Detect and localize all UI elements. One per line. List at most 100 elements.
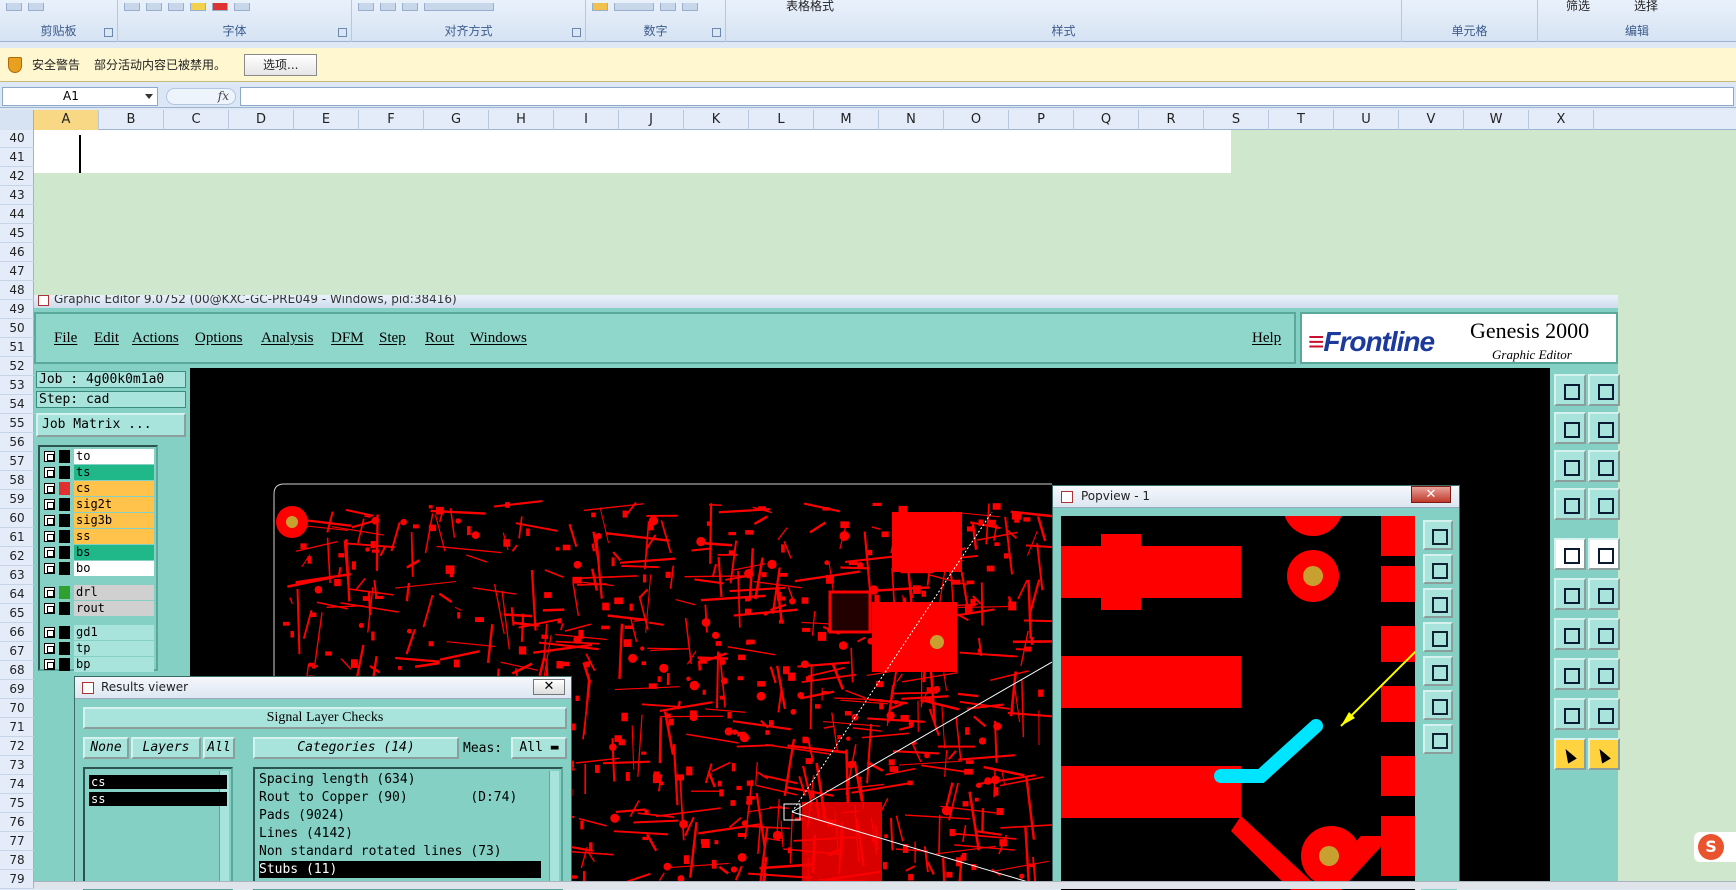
select-pad-tool-icon[interactable]	[1588, 698, 1620, 730]
row-header[interactable]: 44	[0, 205, 34, 224]
result-category-item[interactable]: Rout to Copper (90) (D:74)	[259, 789, 541, 806]
row-header[interactable]: 51	[0, 338, 34, 357]
row-header[interactable]: 66	[0, 623, 34, 642]
row-header[interactable]: 68	[0, 661, 34, 680]
zoom-in-tool-icon[interactable]	[1554, 412, 1586, 444]
row-header[interactable]: 65	[0, 604, 34, 623]
pointer-tool-icon[interactable]	[1554, 738, 1586, 770]
pan-left-icon[interactable]	[1423, 622, 1453, 652]
pan-tool-icon[interactable]	[1588, 538, 1620, 570]
menu-edit[interactable]: Edit	[94, 330, 119, 347]
layer-row[interactable]: gd1	[42, 625, 156, 640]
row-header[interactable]: 55	[0, 414, 34, 433]
column-header[interactable]: K	[684, 110, 749, 130]
format-as-table-button[interactable]: 表格格式	[786, 0, 834, 14]
row-header[interactable]: 40	[0, 129, 34, 148]
measure-tool-icon[interactable]	[1554, 618, 1586, 650]
layer-row[interactable]: bp	[42, 657, 156, 672]
dialog-launcher-icon[interactable]	[572, 28, 581, 37]
row-header[interactable]: 67	[0, 642, 34, 661]
layer-checkbox[interactable]	[44, 563, 55, 574]
column-header[interactable]: F	[359, 110, 424, 130]
column-header[interactable]: C	[164, 110, 229, 130]
row-header[interactable]: 64	[0, 585, 34, 604]
layer-row[interactable]: cs	[42, 481, 156, 496]
layer-checkbox[interactable]	[44, 467, 55, 478]
fit-tool-icon[interactable]	[1588, 488, 1620, 520]
row-header[interactable]: 73	[0, 756, 34, 775]
row-header[interactable]: 50	[0, 319, 34, 338]
column-header[interactable]: X	[1529, 110, 1594, 130]
row-header[interactable]: 62	[0, 547, 34, 566]
row-header[interactable]: 42	[0, 167, 34, 186]
row-header[interactable]: 69	[0, 680, 34, 699]
column-header[interactable]: W	[1464, 110, 1529, 130]
row-header[interactable]: 59	[0, 490, 34, 509]
result-category-item[interactable]: Non standard rotated lines (73)	[259, 843, 541, 860]
layer-checkbox[interactable]	[44, 515, 55, 526]
select-pad-tool-icon[interactable]	[1554, 698, 1586, 730]
all-layers-button[interactable]: All	[203, 737, 235, 759]
row-header[interactable]: 71	[0, 718, 34, 737]
layer-row[interactable]: drl	[42, 585, 156, 600]
row-header[interactable]: 61	[0, 528, 34, 547]
layer-row[interactable]: bs	[42, 545, 156, 560]
column-header[interactable]: N	[879, 110, 944, 130]
result-category-item[interactable]: Stubs (11)	[259, 861, 541, 878]
row-header[interactable]: 56	[0, 433, 34, 452]
layer-checkbox[interactable]	[44, 587, 55, 598]
result-layer-item[interactable]: cs	[89, 775, 227, 789]
layer-row[interactable]: sig2t	[42, 497, 156, 512]
column-header[interactable]: G	[424, 110, 489, 130]
layer-checkbox[interactable]	[44, 659, 55, 670]
zoom-in-icon[interactable]	[1423, 554, 1453, 584]
filter-button[interactable]: 筛选	[1566, 0, 1590, 14]
layers-button[interactable]: Layers	[131, 737, 201, 759]
layer-row[interactable]: sig3b	[42, 513, 156, 528]
pan-right-icon[interactable]	[1423, 656, 1453, 686]
column-header[interactable]: I	[554, 110, 619, 130]
zoom-in-tool-icon[interactable]	[1588, 412, 1620, 444]
job-matrix-button[interactable]: Job Matrix ...	[36, 413, 186, 437]
layer-checkbox[interactable]	[44, 547, 55, 558]
layer-row[interactable]: rout	[42, 601, 156, 616]
menu-windows[interactable]: Windows	[470, 330, 527, 347]
row-header[interactable]: 76	[0, 813, 34, 832]
column-header[interactable]: T	[1269, 110, 1334, 130]
row-header[interactable]: 54	[0, 395, 34, 414]
categories-button[interactable]: Categories (14)	[253, 737, 459, 759]
pointer-tool-icon[interactable]	[1588, 738, 1620, 770]
row-header[interactable]: 63	[0, 566, 34, 585]
active-cell-range[interactable]	[34, 130, 1231, 173]
fit-tool-icon[interactable]	[1554, 488, 1586, 520]
dialog-launcher-icon[interactable]	[104, 28, 113, 37]
pan-tool-icon[interactable]	[1554, 538, 1586, 570]
column-header[interactable]: O	[944, 110, 1009, 130]
layer-checkbox[interactable]	[44, 451, 55, 462]
row-header[interactable]: 58	[0, 471, 34, 490]
scrollbar[interactable]	[549, 771, 559, 886]
column-header[interactable]: V	[1399, 110, 1464, 130]
row-header[interactable]: 70	[0, 699, 34, 718]
row-header[interactable]: 74	[0, 775, 34, 794]
measure-tool-icon[interactable]	[1588, 618, 1620, 650]
select-line-tool-icon[interactable]	[1554, 658, 1586, 690]
layer-row[interactable]: bo	[42, 561, 156, 576]
select-line-tool-icon[interactable]	[1588, 658, 1620, 690]
zoom-out-tool-icon[interactable]	[1554, 450, 1586, 482]
column-header[interactable]: M	[814, 110, 879, 130]
layer-row[interactable]: ss	[42, 529, 156, 544]
column-header[interactable]: E	[294, 110, 359, 130]
result-category-item[interactable]: Lines (4142)	[259, 825, 541, 842]
layer-checkbox[interactable]	[44, 643, 55, 654]
layer-checkbox[interactable]	[44, 499, 55, 510]
row-header[interactable]: 48	[0, 281, 34, 300]
column-header[interactable]: A	[34, 110, 99, 130]
column-header[interactable]: Q	[1074, 110, 1139, 130]
row-header[interactable]: 77	[0, 832, 34, 851]
menu-step[interactable]: Step	[379, 330, 406, 347]
select-button[interactable]: 选择	[1634, 0, 1658, 14]
row-header[interactable]: 57	[0, 452, 34, 471]
column-header[interactable]: D	[229, 110, 294, 130]
meas-select[interactable]: All ▬	[511, 737, 567, 759]
